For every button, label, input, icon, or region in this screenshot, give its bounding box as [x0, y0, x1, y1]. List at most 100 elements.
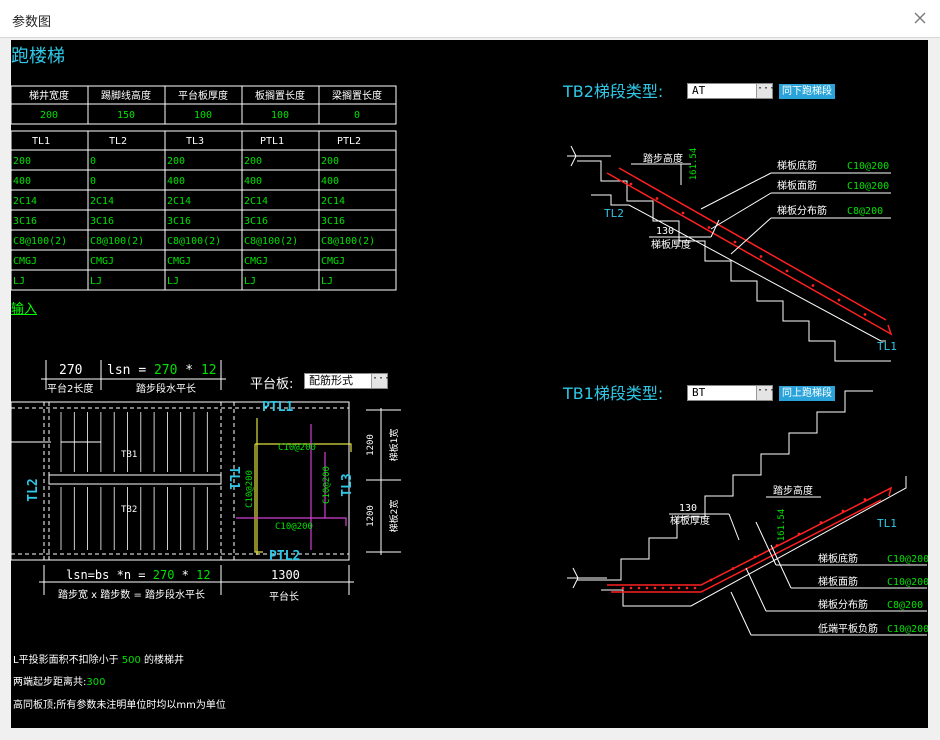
beam-cell: C8@100(2) — [90, 236, 144, 247]
beam-cell: 2C14 — [321, 196, 345, 207]
beam-cell: 2C14 — [167, 196, 191, 207]
param-header: 平台板厚度 — [178, 89, 228, 102]
tb2-plan-label: TB2 — [121, 505, 137, 515]
label-width1: 梯板1宽 — [388, 429, 400, 462]
close-icon[interactable] — [910, 8, 930, 28]
tb2-tl1-label: TL1 — [877, 340, 897, 353]
beam-cell: 0 — [90, 156, 96, 167]
beam-cell: CMGJ — [90, 256, 114, 267]
beam-cell: 400 — [167, 176, 185, 187]
beam-cell: 200 — [13, 156, 31, 167]
beam-cell: C8@100(2) — [321, 236, 375, 247]
label-step-horizontal: 踏步段水平长 — [136, 382, 196, 395]
tb2-dim-161: 161.54 — [689, 148, 699, 181]
beam-cell: 200 — [244, 156, 262, 167]
tb2-step-height: 踏步高度 — [643, 152, 683, 165]
beam-header: TL2 — [109, 136, 127, 147]
param-header: 板搁置长度 — [255, 89, 305, 102]
beam-cell: 400 — [321, 176, 339, 187]
note-units: 高同板顶;所有参数未注明单位时均以mm为单位 — [13, 700, 226, 711]
beam-cell: 200 — [167, 156, 185, 167]
label-platform-length: 平台长 — [269, 590, 299, 603]
tb2-thickness-label: 梯板厚度 — [651, 238, 691, 251]
tb1-callout-label: 梯板底筋 — [818, 552, 858, 565]
tb1-plan-label: TB1 — [121, 450, 137, 460]
beam-cell: 400 — [13, 176, 31, 187]
beam-cell: 3C16 — [13, 216, 37, 227]
tb1-tl1-label: TL1 — [877, 517, 897, 530]
platform-board-label: 平台板: — [250, 377, 294, 392]
lsn-bottom: lsn=bs *n = 270 * 12 — [66, 568, 211, 582]
c10-top: C10@200 — [278, 443, 316, 453]
beam-cell: CMGJ — [13, 256, 37, 267]
tb1-type-label: TB1梯段类型: — [562, 384, 663, 403]
beam-cell: 2C14 — [244, 196, 268, 207]
stair-heading: 跑楼梯 — [11, 46, 65, 67]
same-as-lower-button[interactable]: 同下跑梯段 — [779, 84, 835, 99]
tb1-callout-value: C8@200 — [887, 600, 923, 611]
label-width2: 梯板2宽 — [388, 500, 400, 533]
beam-cell: 2C14 — [90, 196, 114, 207]
more-icon[interactable]: ··· — [371, 374, 390, 388]
param-header: 梯井宽度 — [29, 89, 69, 102]
beam-cell: CMGJ — [244, 256, 268, 267]
tb1-thickness-label: 梯板厚度 — [670, 514, 710, 527]
beam-cell: C8@100(2) — [13, 236, 67, 247]
tb1-callout-label: 低端平板负筋 — [818, 622, 878, 635]
tb2-thickness-value: 130 — [656, 226, 674, 237]
beam-cell: CMGJ — [167, 256, 191, 267]
beam-cell: C8@100(2) — [167, 236, 221, 247]
beam-cell: LJ — [167, 276, 179, 287]
beam-cell: LJ — [13, 276, 25, 287]
ptl1-plan-label: PTL1 — [262, 400, 293, 415]
lsn-top: lsn = 270 * 12 — [107, 363, 217, 378]
beam-cell: 3C16 — [321, 216, 345, 227]
tb1-type-select[interactable]: BT ··· — [687, 385, 775, 401]
beam-cell: C8@100(2) — [244, 236, 298, 247]
drawing-svg: 跑楼梯 梯井宽度 踢脚线高度 平台板厚度 板搁置长度 梁搁置长度 200 150 100 100… — [11, 46, 928, 636]
label-step-formula: 踏步宽 x 踏步数 = 踏步段水平长 — [58, 588, 205, 601]
c10-left: C10@200 — [245, 470, 255, 508]
param-value: 0 — [354, 110, 360, 121]
platform-board-select[interactable]: 配筋形式 ··· — [304, 373, 390, 389]
beam-cell: CMGJ — [321, 256, 345, 267]
tb2-type-label: TB2梯段类型: — [562, 82, 663, 101]
tb1-section: TB1梯段类型: 踏步高度 161.54 130 梯板厚度 TL1 梯板底筋 C1… — [562, 384, 928, 636]
more-icon[interactable]: ··· — [756, 386, 775, 400]
beam-header: PTL1 — [260, 136, 284, 147]
beam-cell: LJ — [321, 276, 333, 287]
beam-header: TL3 — [186, 136, 204, 147]
beam-cell: 3C16 — [167, 216, 191, 227]
beam-cell: 400 — [244, 176, 262, 187]
tb1-thickness-value: 130 — [679, 503, 697, 514]
beam-header: TL1 — [32, 136, 50, 147]
beam-cell: 200 — [321, 156, 339, 167]
more-icon[interactable]: ··· — [756, 84, 775, 98]
tb2-type-value: AT — [692, 84, 706, 97]
title-bar: 参数图 — [0, 0, 940, 38]
param-header: 踢脚线高度 — [101, 89, 151, 102]
platform-board-value: 配筋形式 — [309, 374, 353, 387]
tb2-type-select[interactable]: AT ··· — [687, 83, 775, 99]
tb1-dim-161: 161.54 — [777, 509, 787, 542]
tb1-step-height: 踏步高度 — [773, 484, 813, 497]
param-value: 150 — [117, 110, 135, 121]
same-as-upper-button[interactable]: 同上跑梯段 — [779, 386, 835, 401]
tb2-section: TB2梯段类型: 踏步高度 161.54 TL2 130 梯板厚度 TL1 梯板… — [562, 82, 897, 362]
tb2-callout-value: C10@200 — [847, 181, 889, 192]
tb2-callout-label: 梯板分布筋 — [777, 204, 827, 217]
dim-1200-a: 1200 — [366, 434, 376, 456]
tb1-type-value: BT — [692, 386, 706, 399]
tb1-callout-label: 梯板面筋 — [818, 575, 858, 588]
tb1-callout-label: 梯板分布筋 — [818, 598, 868, 611]
note-stairwell: L平投影面积不扣除小于 500 的楼梯井 — [13, 655, 185, 666]
param-value: 100 — [194, 110, 212, 121]
param-value: 200 — [40, 110, 58, 121]
tl1-plan-label: TL1 — [226, 466, 241, 490]
tb2-callout-label: 梯板底筋 — [777, 159, 817, 172]
beam-cell: LJ — [244, 276, 256, 287]
tl2-plan-label: TL2 — [26, 478, 41, 501]
tb2-callout-value: C10@200 — [847, 161, 889, 172]
input-link[interactable]: 输入 — [11, 298, 37, 317]
param-header: 梁搁置长度 — [332, 89, 382, 102]
